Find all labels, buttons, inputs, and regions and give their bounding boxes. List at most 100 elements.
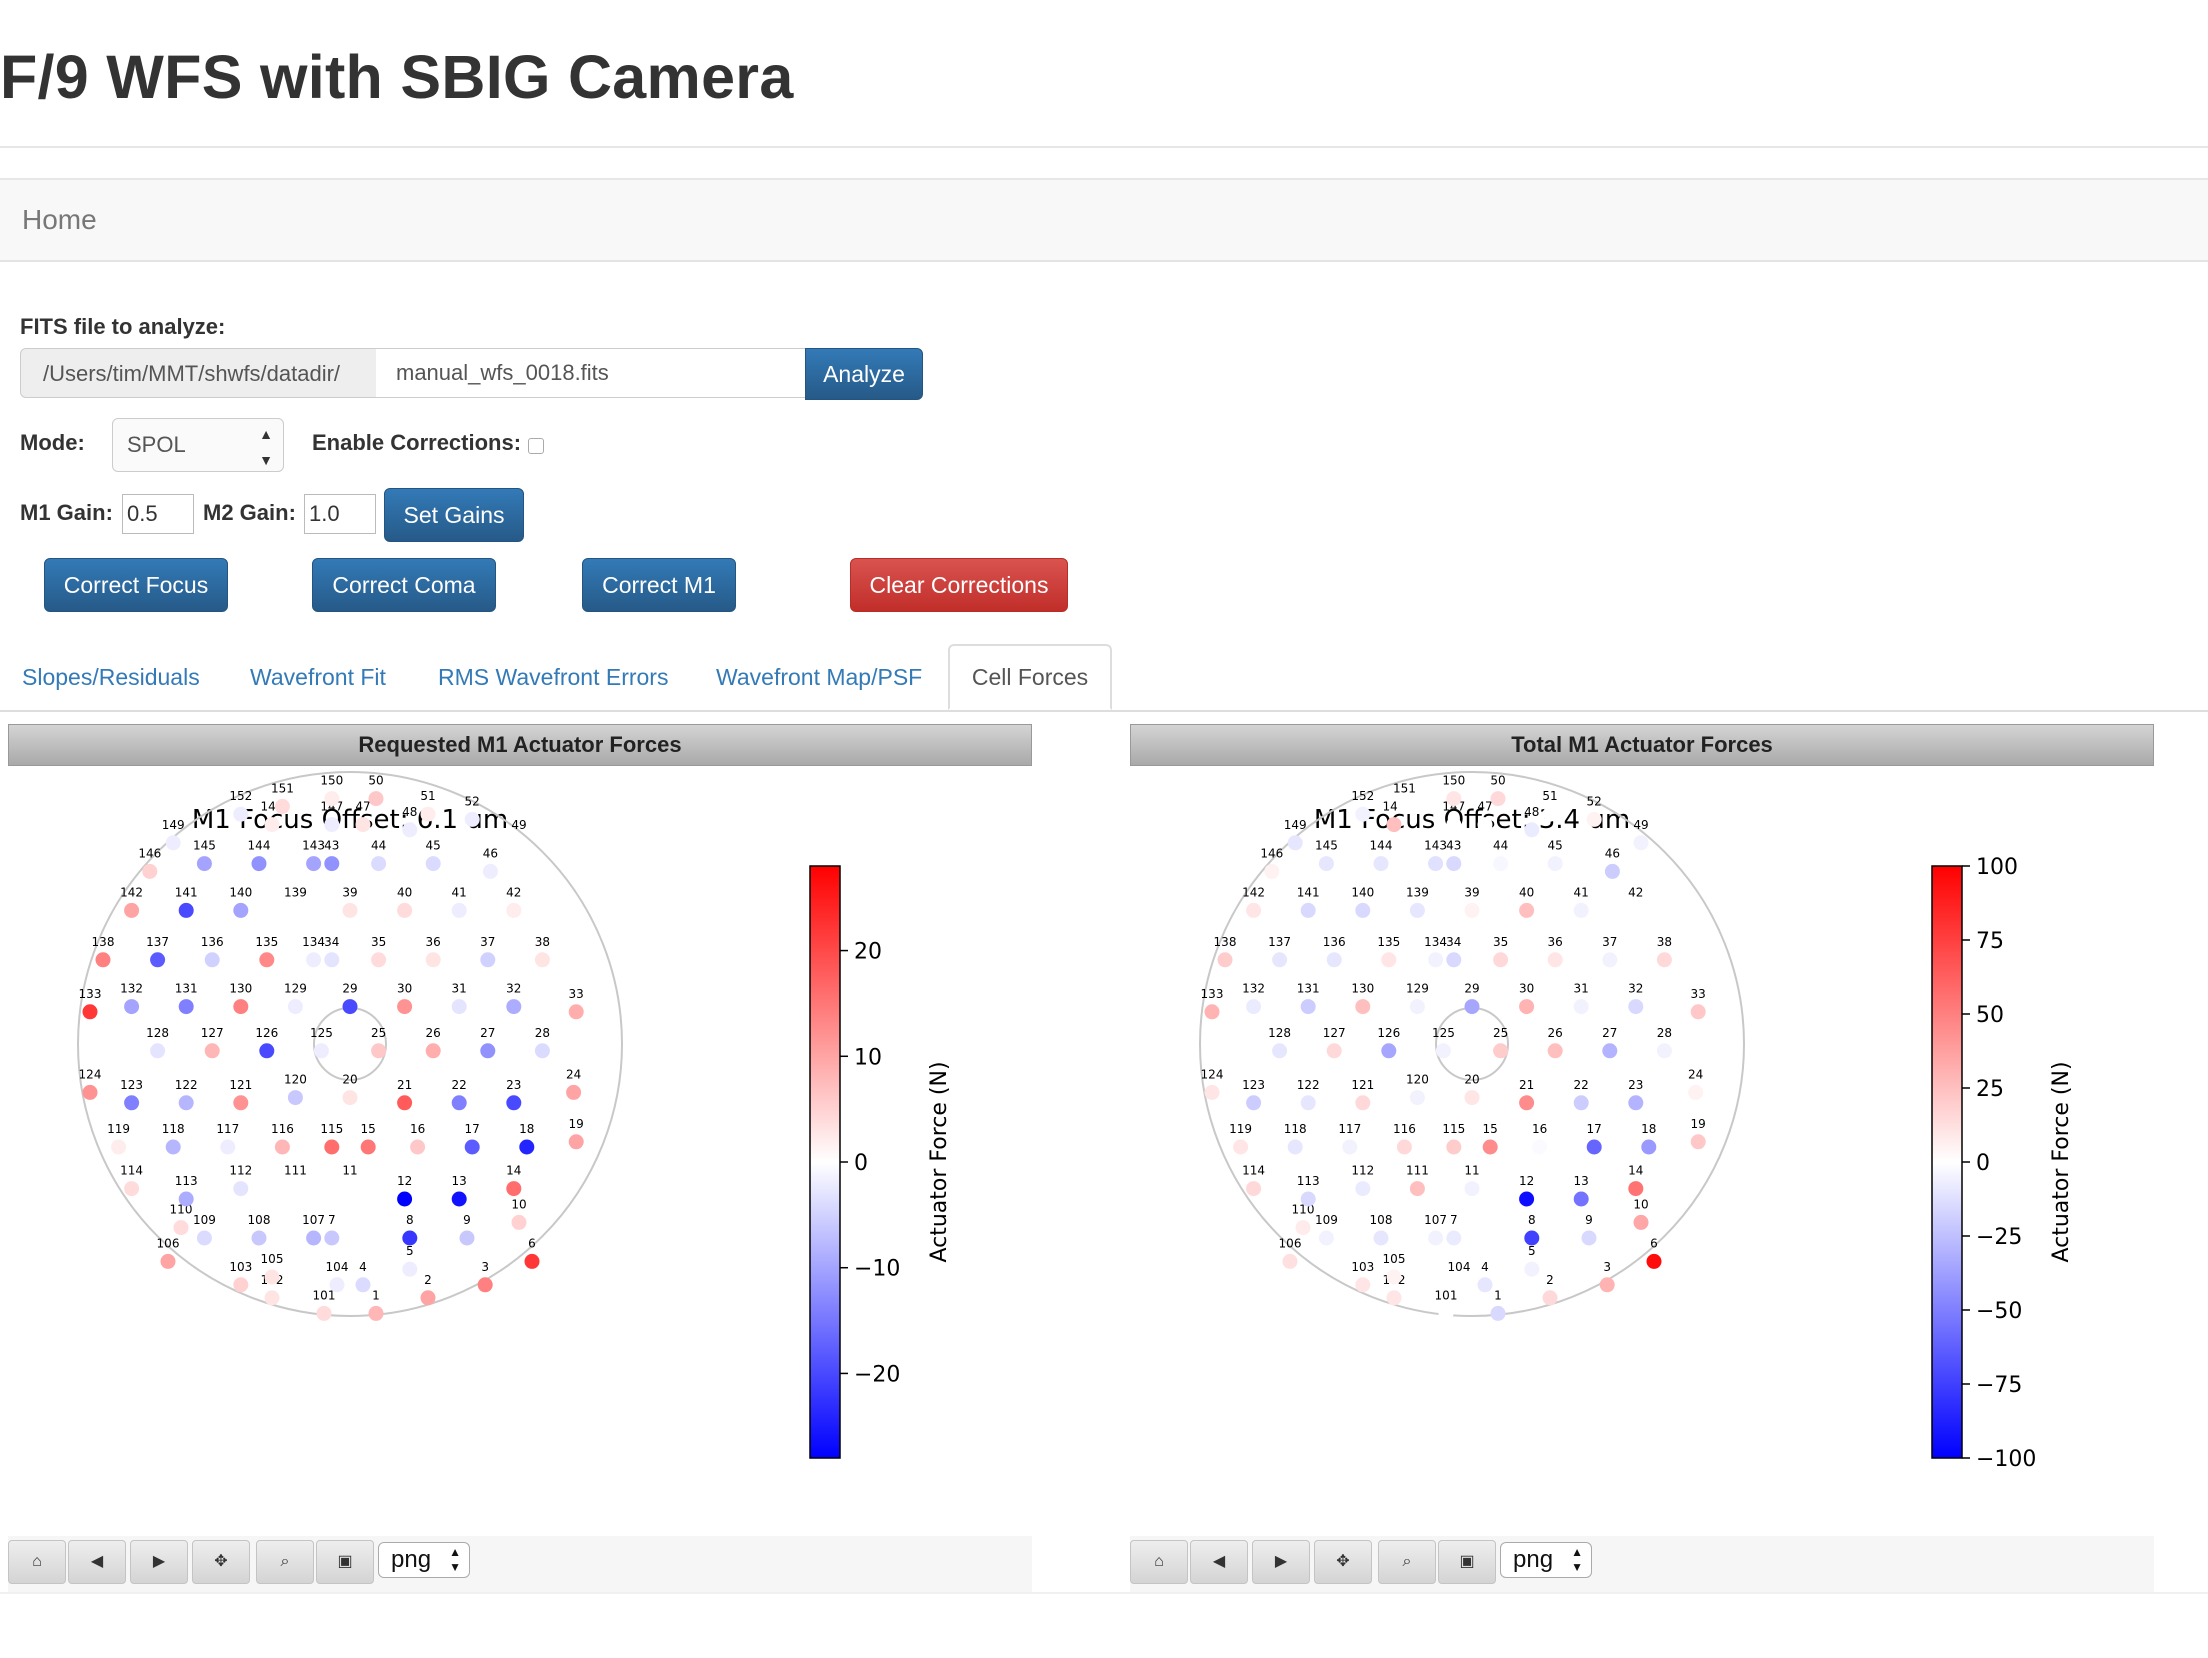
zoom-icon[interactable]: ⌕ [256,1540,314,1584]
actuator-label: 26 [426,1026,441,1040]
actuator-point [1300,902,1316,918]
actuator-point [329,1277,345,1293]
actuator-label: 136 [1323,935,1346,949]
pan-icon[interactable]: ✥ [1314,1540,1372,1584]
actuator-point [1373,856,1389,872]
actuator-point [1246,999,1262,1015]
actuator-label: 35 [1493,935,1508,949]
tab-slopes-residuals[interactable]: Slopes/Residuals [22,664,200,691]
tab-rms-wavefront-errors[interactable]: RMS Wavefront Errors [438,664,668,691]
actuator-point [1656,1043,1672,1059]
set-gains-button[interactable]: Set Gains [384,488,524,542]
home-icon[interactable]: ⌂ [1130,1540,1188,1584]
actuator-point [568,1004,584,1020]
actuator-point [1628,1181,1644,1197]
actuator-label: 1 [372,1288,380,1302]
tab-wavefront-fit[interactable]: Wavefront Fit [250,664,386,691]
actuator-point [1573,902,1589,918]
clear-corrections-button[interactable]: Clear Corrections [850,558,1068,612]
actuator-point [1355,1095,1371,1111]
actuator-label: 48 [402,805,417,819]
actuator-point [1264,863,1280,879]
pan-icon[interactable]: ✥ [192,1540,250,1584]
actuator-point [1326,1043,1342,1059]
actuator-point [420,806,436,822]
mode-select[interactable]: SPOL ▲ ▼ [112,418,284,472]
back-icon[interactable]: ◀ [68,1540,126,1584]
actuator-label: 120 [284,1073,307,1087]
forward-icon[interactable]: ▶ [130,1540,188,1584]
actuator-point [1493,952,1509,968]
actuator-point [1464,1090,1480,1106]
forward-icon[interactable]: ▶ [1252,1540,1310,1584]
actuator-point [506,1095,522,1111]
actuator-label: 106 [157,1236,180,1250]
actuator-point [368,1305,384,1321]
actuator-point [1246,1181,1262,1197]
actuator-point [1326,952,1342,968]
zoom-icon[interactable]: ⌕ [1378,1540,1436,1584]
actuator-label: 137 [146,935,169,949]
analyze-button[interactable]: Analyze [805,348,923,400]
actuator-label: 126 [255,1026,278,1040]
navbar: Home [0,178,2208,262]
actuator-label: 24 [566,1067,581,1081]
tab-wavefront-map-psf[interactable]: Wavefront Map/PSF [716,664,922,691]
actuator-label: 14 [1628,1164,1643,1178]
save-icon[interactable]: ▣ [316,1540,374,1584]
actuator-point [1233,1139,1249,1155]
actuator-label: 36 [426,935,441,949]
actuator-point [1493,856,1509,872]
actuator-label: 33 [1691,987,1706,1001]
m2-gain-input[interactable] [304,494,376,534]
colorbar-tick-label: 0 [1976,1151,1990,1176]
home-icon[interactable]: ⌂ [8,1540,66,1584]
select-arrows-icon: ▲ ▼ [1571,1545,1583,1574]
actuator-point [1573,999,1589,1015]
actuator-label: 26 [1548,1026,1563,1040]
fits-file-input[interactable] [376,348,806,398]
actuator-label: 25 [1493,1026,1508,1040]
actuator-point [480,952,496,968]
save-icon[interactable]: ▣ [1438,1540,1496,1584]
correct-m1-button[interactable]: Correct M1 [582,558,736,612]
actuator-point [355,817,371,833]
actuator-point [82,1084,98,1100]
actuator-point [1287,835,1303,851]
actuator-label: 7 [328,1213,336,1227]
colorbar-tick-label: 10 [854,1045,882,1070]
format-select-value: png [1513,1546,1554,1573]
actuator-point [1477,1277,1493,1293]
back-icon[interactable]: ◀ [1190,1540,1248,1584]
actuator-label: 45 [1548,839,1563,853]
actuator-point [342,1090,358,1106]
actuator-point [506,902,522,918]
actuator-point [324,1139,340,1155]
colorbar-tick-label: 25 [1976,1077,2004,1102]
actuator-label: 112 [229,1164,252,1178]
correct-focus-button[interactable]: Correct Focus [44,558,228,612]
format-select[interactable]: png ▲ ▼ [1500,1542,1592,1578]
actuator-label: 28 [1657,1026,1672,1040]
enable-corrections-checkbox[interactable] [528,438,544,454]
correct-coma-button[interactable]: Correct Coma [312,558,496,612]
actuator-point [1342,1139,1358,1155]
tab-cell-forces[interactable]: Cell Forces [948,644,1112,710]
actuator-label: 124 [1201,1067,1224,1081]
plot-canvas[interactable]: M1 Focus Offset: 6.1 um 1 2 3 4 5 6 7 8 9 10 11 12 13… [8,766,1032,1556]
actuator-point [1519,902,1535,918]
actuator-point [1490,1305,1506,1321]
actuator-point [233,902,249,918]
select-arrows-icon: ▲ ▼ [259,426,273,468]
force-map-plot: M1 Focus Offset: 6.1 um1234567 8 9101112 13… [77,771,952,1459]
nav-home-link[interactable]: Home [22,204,97,236]
format-select[interactable]: png ▲ ▼ [378,1542,470,1578]
actuator-label: 22 [452,1078,467,1092]
colorbar-tick-label: −20 [854,1362,900,1387]
actuator-label: 115 [320,1122,343,1136]
m1-gain-input[interactable] [122,494,194,534]
plot-canvas[interactable]: M1 Focus Offset: 3.4 um 1 2 3 4 5 6 7 8 9 10 11 12 13… [1130,766,2154,1556]
actuator-point [1204,1004,1220,1020]
actuator-label: 37 [480,935,495,949]
actuator-label: 123 [1242,1078,1265,1092]
